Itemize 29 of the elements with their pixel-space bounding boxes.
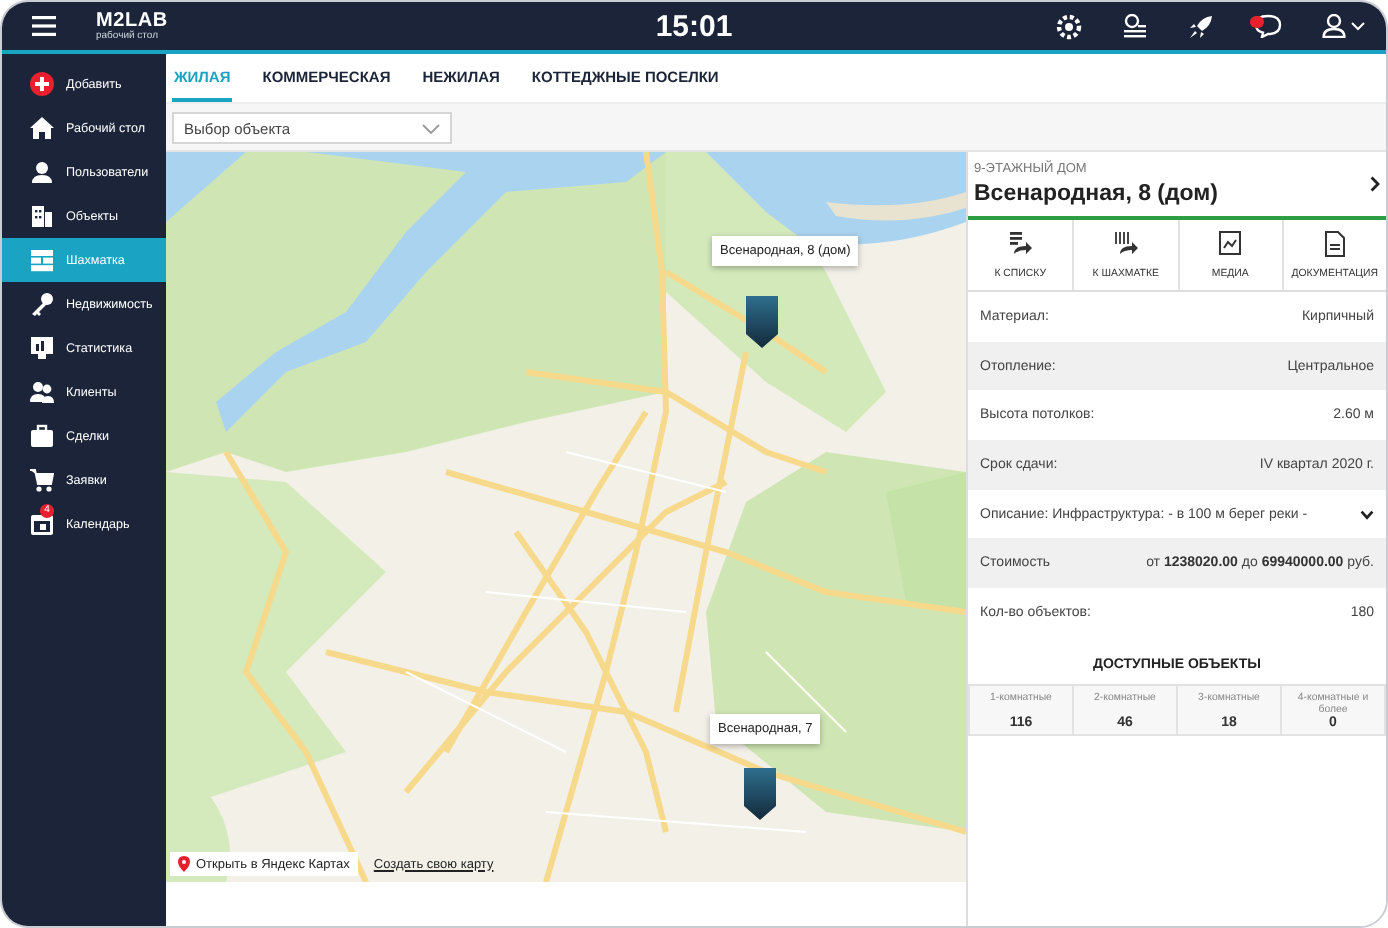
calendar-icon (30, 512, 54, 536)
users-icon (30, 380, 54, 404)
clock-time: 15:01 (655, 9, 733, 43)
map-pin-icon[interactable] (746, 296, 778, 348)
cart-icon (30, 468, 54, 492)
chat-icon[interactable] (1254, 14, 1282, 38)
user-icon (30, 160, 54, 184)
location-pin-icon (178, 856, 190, 872)
briefcase-icon (30, 424, 54, 448)
list-arrow-icon (1006, 230, 1035, 258)
media-icon (1216, 230, 1245, 258)
house-icon (30, 116, 54, 140)
report-icon[interactable] (1122, 13, 1148, 39)
cross-icon (30, 72, 54, 96)
chevron-right-icon[interactable] (1370, 176, 1380, 192)
table-icon (30, 248, 54, 272)
object-title: Всенародная, 8 (дом) (974, 182, 1221, 206)
table-arrow-icon (1111, 230, 1140, 258)
gear-icon[interactable] (1056, 13, 1082, 39)
user-menu-icon[interactable] (1322, 14, 1366, 38)
document-icon (1320, 230, 1349, 258)
logo-text: M2LAB (96, 11, 168, 31)
menu-icon[interactable] (32, 16, 56, 36)
chart-icon (30, 336, 54, 360)
chevron-down-icon (422, 123, 440, 133)
key-icon (30, 292, 54, 316)
rocket-icon[interactable] (1188, 13, 1214, 39)
building-icon (30, 204, 54, 228)
map-pin-icon[interactable] (744, 768, 776, 820)
